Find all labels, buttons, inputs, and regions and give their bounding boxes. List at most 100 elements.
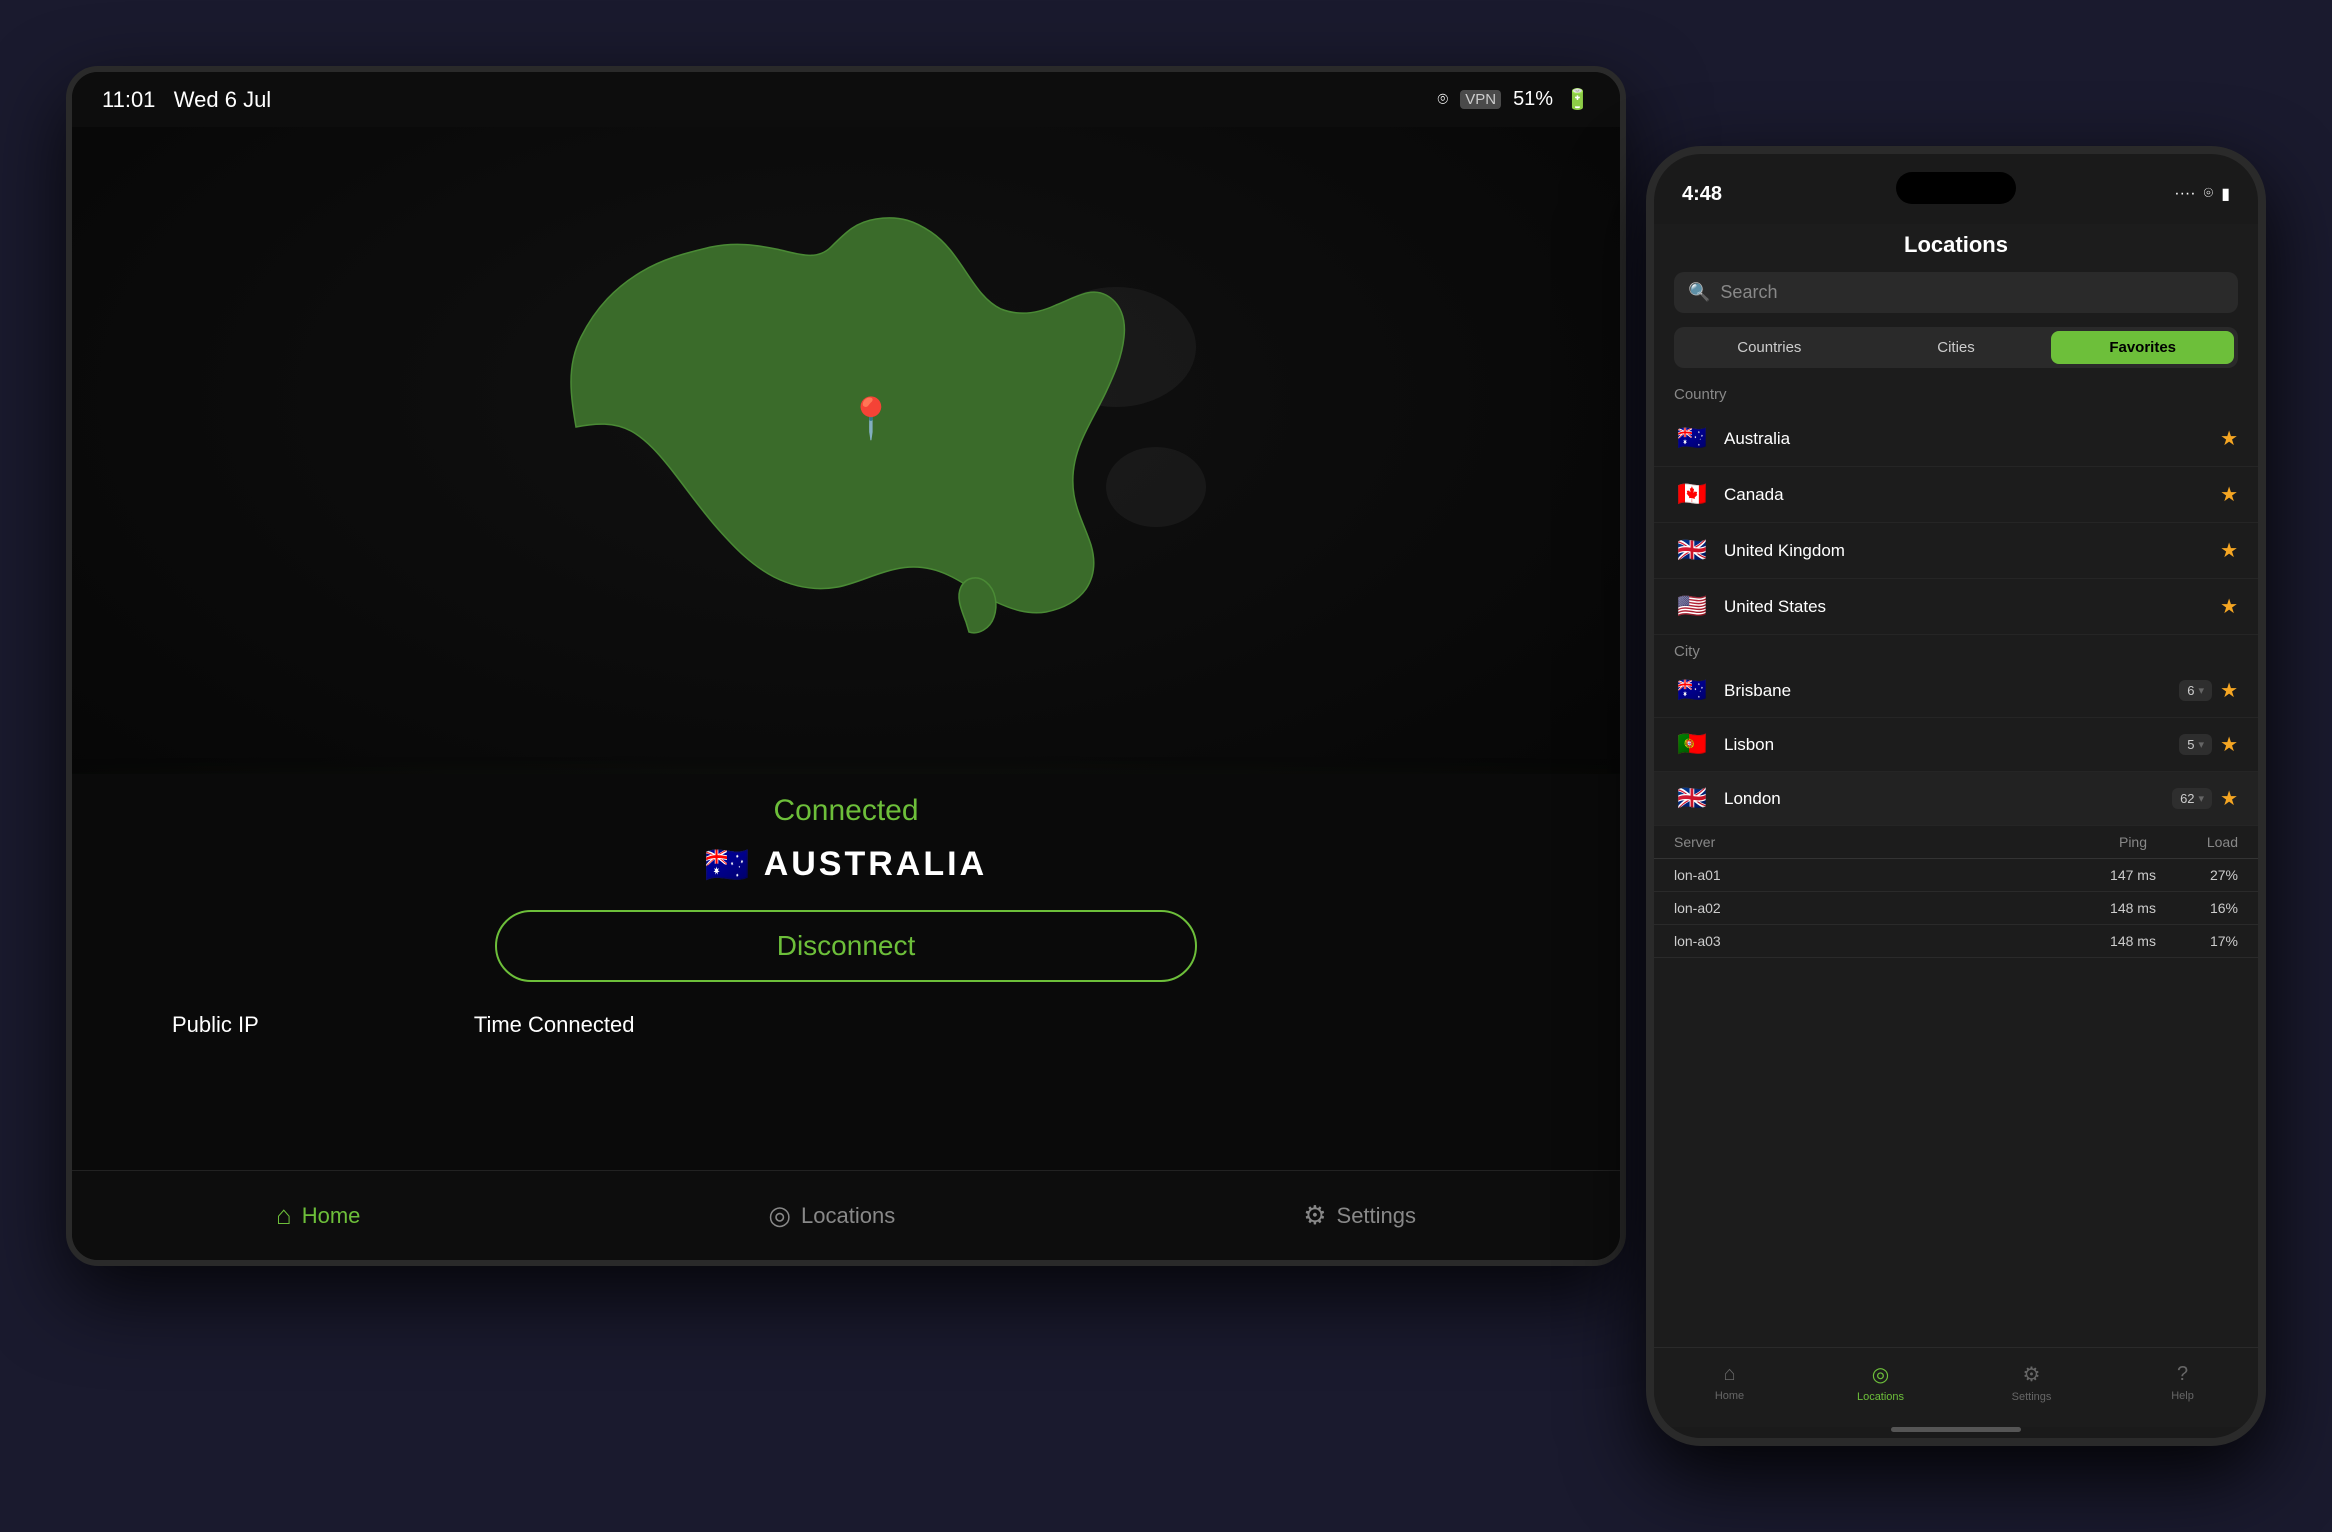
phone-help-icon: ? xyxy=(2177,1363,2188,1386)
time-connected-label: Time Connected xyxy=(474,1012,635,1038)
tablet-content: 📍 Connected 🇦🇺 AUSTRALIA Disconnect Publ… xyxy=(72,127,1620,1170)
list-item-australia[interactable]: 🇦🇺 Australia ★ xyxy=(1654,411,2258,467)
dynamic-island xyxy=(1896,172,2016,204)
list-item-canada[interactable]: 🇨🇦 Canada ★ xyxy=(1654,467,2258,523)
city-name-brisbane: Brisbane xyxy=(1724,681,2179,701)
phone-status-right: ···· ⌾ ▮ xyxy=(2174,184,2230,204)
signal-dots: ···· xyxy=(2174,185,2195,203)
country-name-uk: United Kingdom xyxy=(1724,541,2220,561)
list-item-brisbane[interactable]: 🇦🇺 Brisbane 6 ▾ ★ xyxy=(1654,664,2258,718)
server-col-header: Server xyxy=(1674,834,2088,850)
lisbon-badge: 5 ▾ xyxy=(2179,734,2212,755)
london-badge: 62 ▾ xyxy=(2172,788,2212,809)
server-row-3[interactable]: lon-a03 148 ms 17% xyxy=(1654,925,2258,958)
phone-nav-locations[interactable]: ◎ Locations xyxy=(1846,1362,1916,1403)
tablet-status-right: ⌾ VPN 51% 🔋 xyxy=(1437,87,1590,112)
server-name-2: lon-a02 xyxy=(1674,900,2088,916)
phone-home-icon: ⌂ xyxy=(1723,1363,1735,1386)
battery-icon-phone: ▮ xyxy=(2221,184,2230,204)
phone-nav-settings-label: Settings xyxy=(2012,1391,2052,1403)
server-table-header: Server Ping Load xyxy=(1654,826,2258,859)
nav-locations[interactable]: ◎ Locations xyxy=(768,1200,895,1231)
wifi-icon: ⌾ xyxy=(1437,89,1448,110)
search-bar[interactable]: 🔍 Search xyxy=(1674,272,2238,313)
phone-locations-icon: ◎ xyxy=(1872,1362,1889,1387)
star-london[interactable]: ★ xyxy=(2220,786,2238,811)
server-name-3: lon-a03 xyxy=(1674,933,2088,949)
star-canada[interactable]: ★ xyxy=(2220,482,2238,507)
home-icon: ⌂ xyxy=(276,1200,292,1231)
list-item-uk[interactable]: 🇬🇧 United Kingdom ★ xyxy=(1654,523,2258,579)
public-ip-label: Public IP xyxy=(172,1012,259,1038)
nav-home[interactable]: ⌂ Home xyxy=(276,1200,360,1231)
nav-settings[interactable]: ⚙ Settings xyxy=(1303,1200,1416,1231)
country-name-us: United States xyxy=(1724,597,2220,617)
home-indicator xyxy=(1891,1427,2021,1432)
server-row-2[interactable]: lon-a02 148 ms 16% xyxy=(1654,892,2258,925)
brisbane-badge: 6 ▾ xyxy=(2179,680,2212,701)
info-row: Public IP Time Connected xyxy=(132,1012,634,1038)
flag-australia: 🇦🇺 xyxy=(1674,424,1710,453)
flag-us: 🇺🇸 xyxy=(1674,592,1710,621)
server-load-1: 27% xyxy=(2178,867,2238,883)
scene: 11:01 Wed 6 Jul ⌾ VPN 51% 🔋 xyxy=(66,66,2266,1466)
country-name-australia: Australia xyxy=(1724,429,2220,449)
flag-uk: 🇬🇧 xyxy=(1674,536,1710,565)
tablet-time-date: 11:01 Wed 6 Jul xyxy=(102,87,271,113)
phone-nav-home-label: Home xyxy=(1715,1390,1744,1402)
phone-nav-home[interactable]: ⌂ Home xyxy=(1695,1363,1765,1402)
disconnect-button[interactable]: Disconnect xyxy=(495,910,1198,982)
country-list: 🇦🇺 Australia ★ 🇨🇦 Canada ★ 🇬🇧 United Kin… xyxy=(1654,411,2258,1347)
phone-nav-help-label: Help xyxy=(2171,1390,2194,1402)
bottom-panel: Connected 🇦🇺 AUSTRALIA Disconnect Public… xyxy=(72,774,1620,1170)
phone-device: 4:48 ···· ⌾ ▮ Locations 🔍 Search Countri… xyxy=(1646,146,2266,1446)
flag-brisbane: 🇦🇺 xyxy=(1674,676,1710,705)
phone-nav: ⌂ Home ◎ Locations ⚙ Settings ? Help xyxy=(1654,1347,2258,1427)
chevron-down-icon: ▾ xyxy=(2199,738,2205,751)
tab-favorites[interactable]: Favorites xyxy=(2051,331,2234,364)
star-us[interactable]: ★ xyxy=(2220,594,2238,619)
chevron-down-icon: ▾ xyxy=(2199,684,2205,697)
vpn-badge: VPN xyxy=(1460,90,1501,109)
star-australia[interactable]: ★ xyxy=(2220,426,2238,451)
star-lisbon[interactable]: ★ xyxy=(2220,732,2238,757)
server-load-3: 17% xyxy=(2178,933,2238,949)
battery-percent: 51% xyxy=(1513,88,1553,111)
tab-cities[interactable]: Cities xyxy=(1865,331,2048,364)
phone-content: Locations 🔍 Search Countries Cities Favo… xyxy=(1654,224,2258,1347)
city-name-lisbon: Lisbon xyxy=(1724,735,2179,755)
country-name-large: AUSTRALIA xyxy=(764,845,987,884)
list-item-lisbon[interactable]: 🇵🇹 Lisbon 5 ▾ ★ xyxy=(1654,718,2258,772)
server-name-1: lon-a01 xyxy=(1674,867,2088,883)
phone-settings-icon: ⚙ xyxy=(2023,1362,2041,1387)
connection-status: Connected xyxy=(773,794,918,828)
search-icon: 🔍 xyxy=(1688,282,1710,303)
location-icon: ◎ xyxy=(768,1200,791,1231)
tab-countries[interactable]: Countries xyxy=(1678,331,1861,364)
phone-title: Locations xyxy=(1904,232,2008,257)
country-section-label: Country xyxy=(1654,382,2258,411)
phone-nav-help[interactable]: ? Help xyxy=(2148,1363,2218,1402)
settings-icon: ⚙ xyxy=(1303,1200,1326,1231)
list-item-london[interactable]: 🇬🇧 London 62 ▾ ★ xyxy=(1654,772,2258,826)
phone-header: Locations xyxy=(1654,224,2258,272)
brisbane-count: 6 xyxy=(2187,683,2194,698)
country-name-canada: Canada xyxy=(1724,485,2220,505)
list-item-us[interactable]: 🇺🇸 United States ★ xyxy=(1654,579,2258,635)
city-section-label: City xyxy=(1654,635,2258,664)
country-flag-large: 🇦🇺 xyxy=(705,844,750,886)
star-uk[interactable]: ★ xyxy=(2220,538,2238,563)
server-ping-3: 148 ms xyxy=(2088,933,2178,949)
flag-canada: 🇨🇦 xyxy=(1674,480,1710,509)
phone-nav-locations-label: Locations xyxy=(1857,1391,1904,1403)
battery-icon: 🔋 xyxy=(1565,87,1590,112)
load-col-header: Load xyxy=(2178,834,2238,850)
nav-home-label: Home xyxy=(302,1203,361,1229)
flag-london: 🇬🇧 xyxy=(1674,784,1710,813)
phone-nav-settings[interactable]: ⚙ Settings xyxy=(1997,1362,2067,1403)
server-row-1[interactable]: lon-a01 147 ms 27% xyxy=(1654,859,2258,892)
country-display: 🇦🇺 AUSTRALIA xyxy=(705,844,987,886)
tablet-nav: ⌂ Home ◎ Locations ⚙ Settings xyxy=(72,1170,1620,1260)
star-brisbane[interactable]: ★ xyxy=(2220,678,2238,703)
map-area: 📍 xyxy=(72,127,1620,805)
